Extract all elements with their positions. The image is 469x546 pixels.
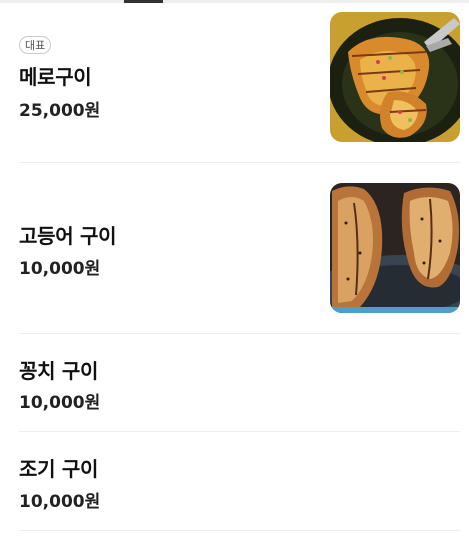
- menu-item-mero[interactable]: 대표 메로구이 25,000원: [19, 0, 460, 163]
- menu-item-saury[interactable]: 꽁치 구이 10,000원: [19, 334, 460, 432]
- menu-item-price: 10,000원: [19, 259, 101, 279]
- menu-item-croaker[interactable]: 조기 구이 10,000원: [19, 432, 460, 531]
- menu-item-price: 10,000원: [19, 492, 101, 512]
- menu-item-name: 메로구이: [19, 65, 92, 89]
- grilled-fish-photo[interactable]: [330, 12, 460, 142]
- menu-item-price: 25,000원: [19, 101, 101, 121]
- menu-item-name: 꽁치 구이: [19, 359, 99, 383]
- menu-item-mackerel[interactable]: 고등어 구이 10,000원: [19, 163, 460, 334]
- grilled-mackerel-photo[interactable]: [330, 183, 460, 313]
- signature-badge: 대표: [19, 36, 52, 54]
- menu-item-name: 고등어 구이: [19, 224, 117, 248]
- menu-item-name: 조기 구이: [19, 457, 99, 481]
- menu-item-price: 10,000원: [19, 393, 101, 413]
